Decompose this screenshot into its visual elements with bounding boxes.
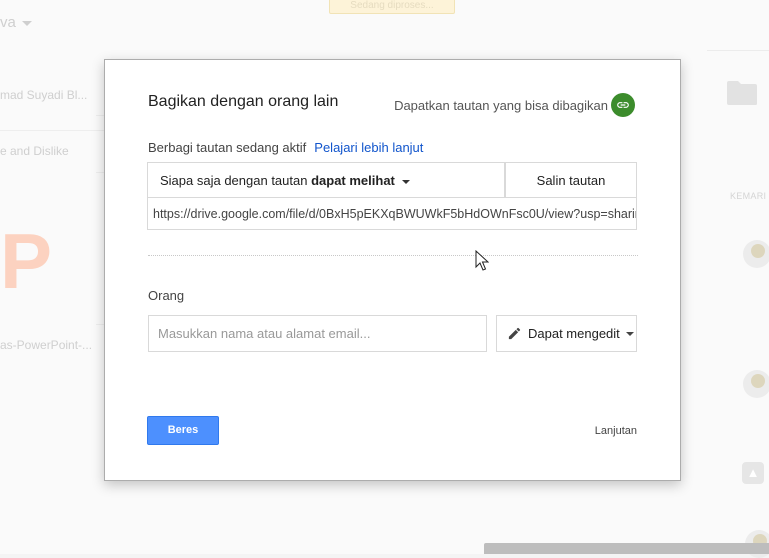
share-dialog: Bagikan dengan orang lain Dapatkan tauta… [104,59,681,481]
section-label: KEMARI [730,191,767,201]
link-access-dropdown[interactable]: Siapa saja dengan tautan dapat melihat [147,162,505,198]
copy-link-button[interactable]: Salin tautan [505,162,637,198]
breadcrumb-label: va [0,14,16,31]
access-level: dapat melihat [311,173,395,188]
chevron-down-icon [21,20,32,26]
breadcrumb: va [0,14,32,31]
chevron-down-icon [625,331,634,336]
processing-toast: Sedang diproses... [329,0,455,14]
learn-more-link[interactable]: Pelajari lebih lanjut [314,140,423,155]
section-divider [148,255,638,256]
divider [96,324,104,325]
people-email-input[interactable] [148,315,487,352]
pencil-icon [508,327,521,340]
get-link-label: Dapatkan tautan yang bisa dibagikan [394,97,608,113]
file-thumbnail-letter: P [0,217,53,305]
access-prefix: Siapa saja dengan tautan [160,173,308,188]
avatar [743,240,769,268]
link-sharing-status: Berbagi tautan sedang aktif Pelajari lebi… [148,140,423,155]
link-sharing-box: Siapa saja dengan tautan dapat melihat S… [147,162,637,231]
file-name: e and Dislike [0,144,69,158]
share-url-field[interactable] [147,198,637,230]
folder-icon [727,81,757,105]
done-button[interactable]: Beres [147,416,219,445]
drive-icon: ▲ [742,462,764,484]
divider [707,50,769,51]
link-icon[interactable] [611,93,635,117]
permission-label: Dapat mengedit [528,326,620,341]
divider [0,130,104,131]
permission-dropdown[interactable]: Dapat mengedit [496,315,637,352]
link-glyph [617,102,629,108]
advanced-link[interactable]: Lanjutan [595,425,637,437]
divider [96,115,104,116]
divider [96,172,104,173]
people-label: Orang [148,288,185,303]
bottom-status-bar [484,543,769,554]
file-name: as-PowerPoint-... [0,338,93,352]
avatar [743,370,769,398]
dialog-title: Bagikan dengan orang lain [148,93,339,110]
file-name: mad Suyadi Bl... [0,88,88,102]
sharing-status-text: Berbagi tautan sedang aktif [148,140,307,155]
get-shareable-link-button[interactable]: Dapatkan tautan yang bisa dibagikan [394,93,635,117]
mouse-cursor-icon [475,250,489,271]
chevron-down-icon [401,179,410,184]
